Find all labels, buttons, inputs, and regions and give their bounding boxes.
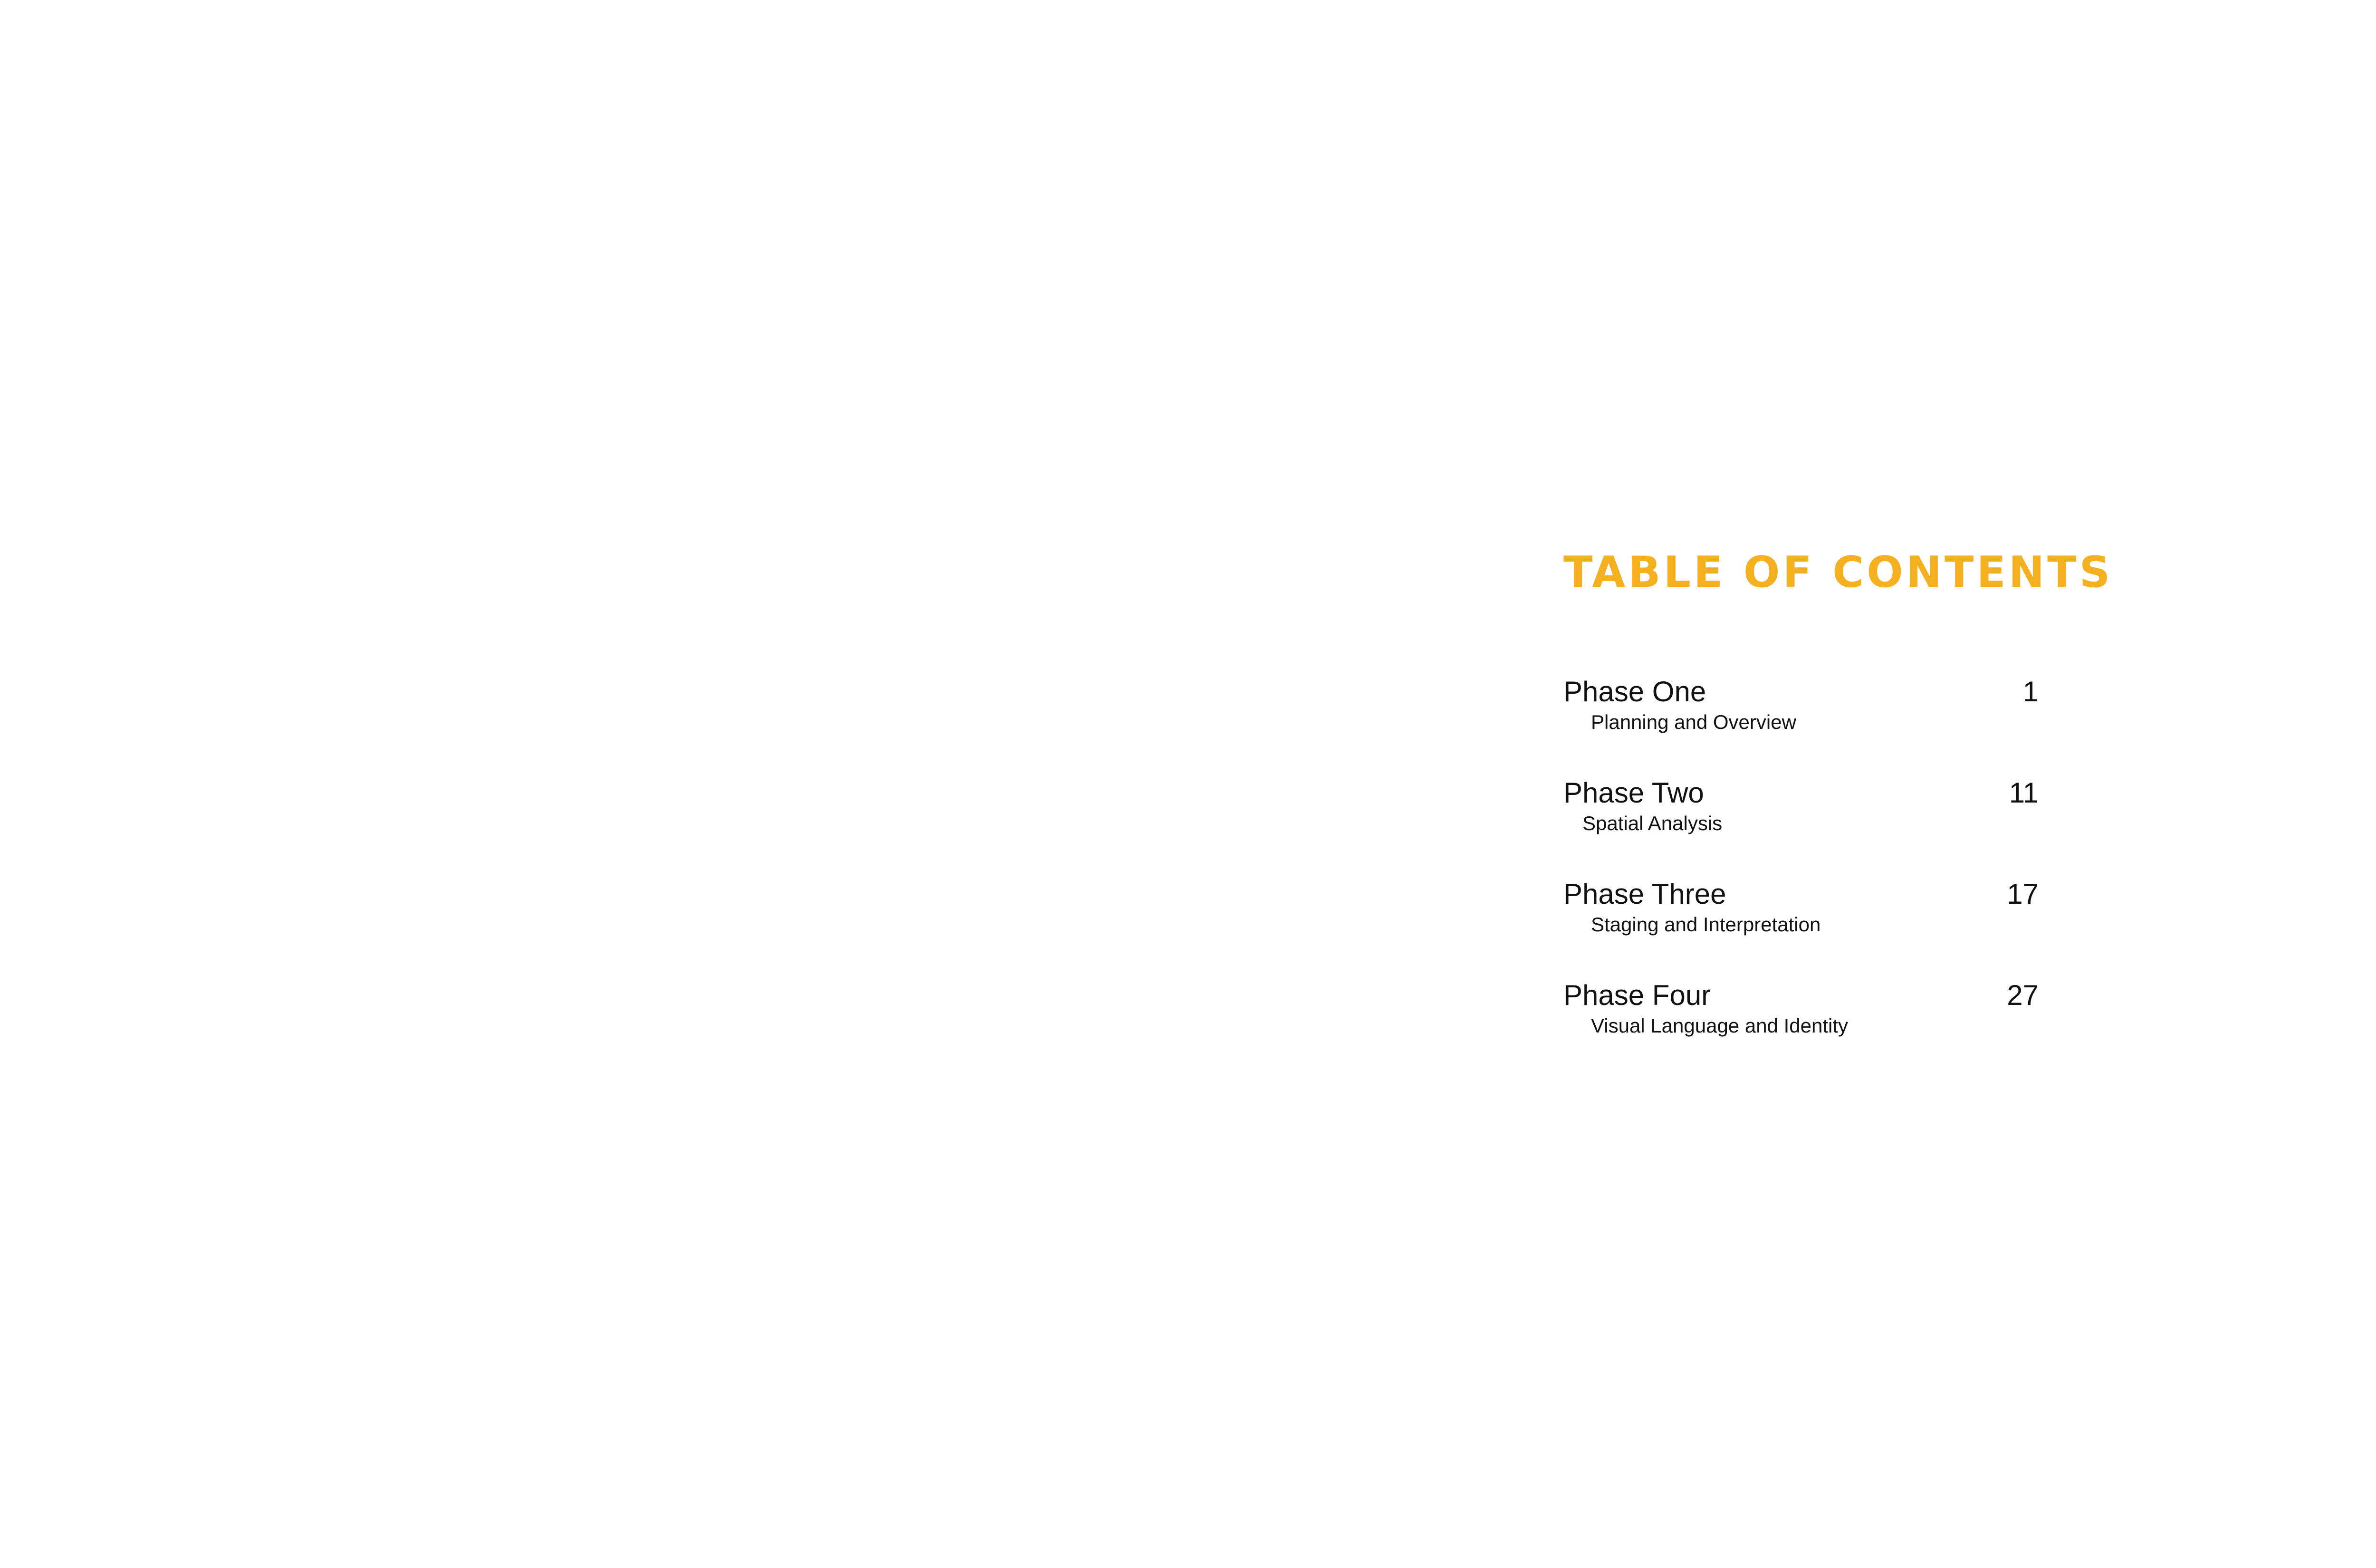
toc-entry-subtitle: Spatial Analysis	[1582, 812, 1723, 834]
toc-entry-title: Phase Four	[1563, 979, 1711, 1011]
document-spread: TABLE OF CONTENTS Phase One Planning and…	[0, 0, 2376, 1568]
toc-entry-page-number: 11	[2009, 777, 2039, 809]
toc-entry-title: Phase One	[1563, 676, 1706, 708]
toc-entry-page-number: 1	[2022, 676, 2039, 708]
left-page-blank	[0, 0, 1212, 1568]
toc-entry-page-number: 17	[2007, 878, 2039, 910]
toc-entry-title: Phase Three	[1563, 878, 1726, 910]
toc-entry-phase-one[interactable]: Phase One Planning and Overview 1	[1563, 675, 2039, 751]
toc-entry-subtitle: Staging and Interpretation	[1591, 913, 1821, 936]
toc-entry-phase-four[interactable]: Phase Four Visual Language and Identity …	[1563, 978, 2039, 1054]
toc-entry-subtitle: Visual Language and Identity	[1591, 1014, 1848, 1037]
toc-entry-phase-two[interactable]: Phase Two Spatial Analysis 11	[1563, 776, 2039, 852]
toc-entry-page-number: 27	[2007, 979, 2039, 1011]
toc-heading: TABLE OF CONTENTS	[1563, 547, 2113, 597]
toc-entry-title: Phase Two	[1563, 777, 1704, 809]
toc-entry-subtitle: Planning and Overview	[1591, 711, 1796, 733]
toc-entry-phase-three[interactable]: Phase Three Staging and Interpretation 1…	[1563, 877, 2039, 953]
